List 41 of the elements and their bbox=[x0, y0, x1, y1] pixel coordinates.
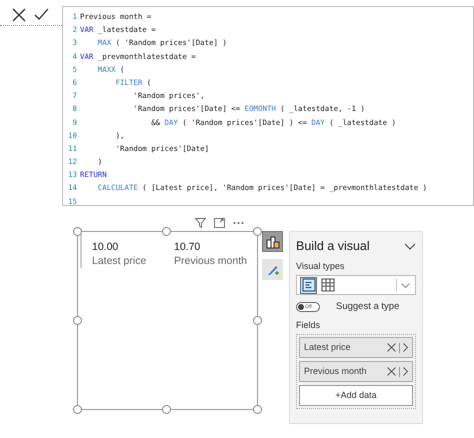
card-visual-icon bbox=[302, 278, 316, 292]
toggle-label: Suggest a type bbox=[336, 300, 400, 314]
section-label: Fields bbox=[296, 318, 322, 332]
resize-handle[interactable] bbox=[253, 227, 262, 236]
measure-value: 10.00 bbox=[92, 240, 120, 254]
cancel-icon[interactable] bbox=[12, 8, 26, 22]
expand-chevron-icon[interactable] bbox=[403, 343, 408, 352]
remove-icon[interactable] bbox=[387, 367, 396, 376]
resize-handle[interactable] bbox=[73, 227, 82, 236]
field-pill[interactable]: Previous month bbox=[299, 361, 413, 382]
format-visual-button[interactable] bbox=[262, 259, 283, 280]
build-visual-button[interactable] bbox=[262, 231, 283, 252]
add-data-button[interactable]: +Add data bbox=[299, 385, 413, 406]
filter-icon[interactable] bbox=[195, 218, 206, 228]
pane-title: Build a visual bbox=[296, 238, 370, 255]
field-pill[interactable]: Latest price bbox=[299, 337, 413, 358]
field-name: Previous month bbox=[304, 364, 367, 378]
section-label: Visual types bbox=[296, 260, 346, 273]
collapse-chevron-icon[interactable] bbox=[404, 242, 416, 250]
visual-type-option[interactable] bbox=[319, 276, 336, 294]
measure-label: Previous month bbox=[174, 254, 248, 268]
formula-editor[interactable] bbox=[62, 6, 474, 206]
resize-handle[interactable] bbox=[73, 316, 82, 325]
commit-check-icon[interactable] bbox=[34, 8, 49, 21]
resize-handle[interactable] bbox=[162, 405, 171, 414]
remove-icon[interactable] bbox=[387, 343, 396, 352]
table-visual-icon bbox=[320, 278, 334, 292]
measure-label: Latest price bbox=[92, 254, 148, 268]
visual-type-option[interactable] bbox=[300, 276, 317, 294]
measure-value: 10.70 bbox=[174, 240, 202, 254]
dropdown-chevron-icon[interactable] bbox=[401, 282, 410, 288]
more-options-icon[interactable] bbox=[233, 221, 244, 225]
resize-handle[interactable] bbox=[162, 227, 171, 236]
resize-handle[interactable] bbox=[253, 316, 262, 325]
resize-handle[interactable] bbox=[253, 405, 262, 414]
visual-type-picker[interactable] bbox=[296, 275, 416, 296]
resize-handle[interactable] bbox=[73, 405, 82, 414]
expand-chevron-icon[interactable] bbox=[403, 367, 408, 376]
focus-mode-icon[interactable] bbox=[214, 218, 225, 228]
build-visual-icon bbox=[266, 234, 280, 248]
field-name: Latest price bbox=[304, 340, 351, 354]
